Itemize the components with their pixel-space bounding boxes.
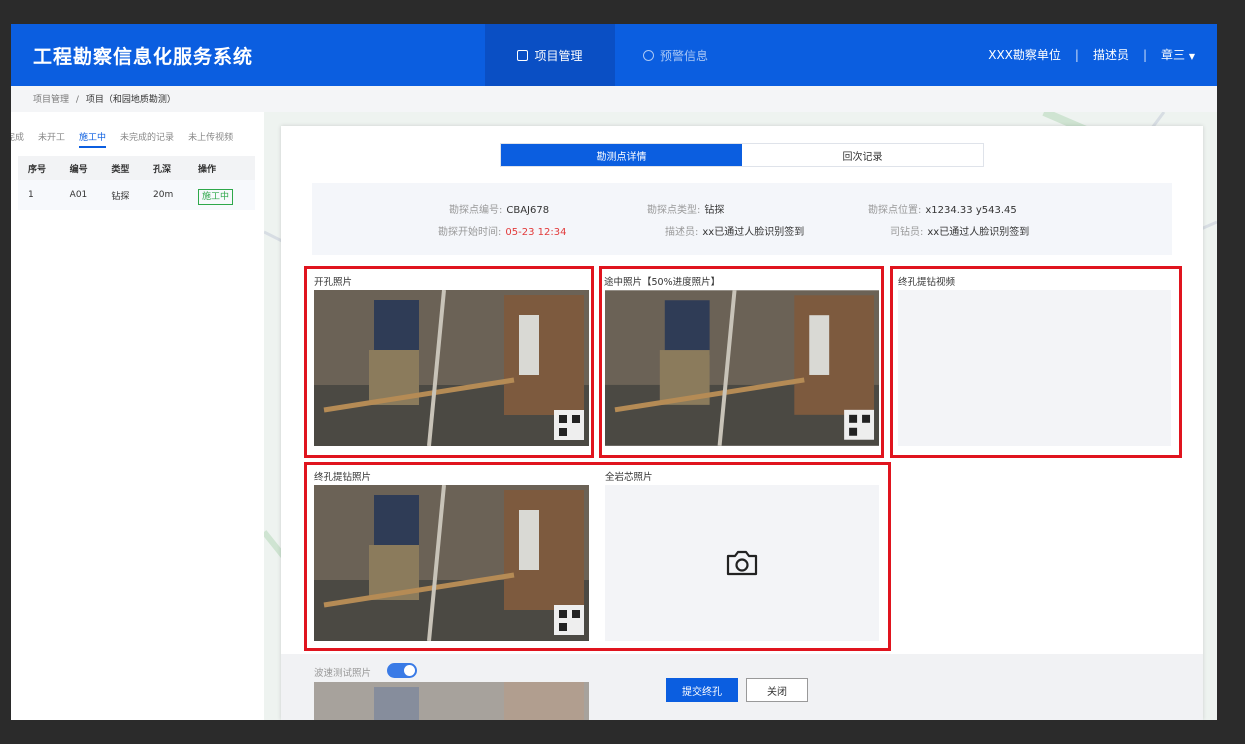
info-label: 勘探点类型:	[647, 205, 701, 216]
drilling-site-photo	[314, 290, 589, 446]
info-value: x1234.33 y543.45	[925, 205, 1017, 216]
tab-not-started[interactable]: 未开工	[38, 130, 65, 148]
tab-video-not-uploaded[interactable]: 未上传视频	[188, 130, 233, 148]
info-label: 勘探点位置:	[868, 205, 922, 216]
wave-photo-thumbnail[interactable]	[314, 682, 589, 720]
camera-icon	[726, 550, 758, 576]
drilling-site-photo	[314, 485, 589, 641]
section-title-final-photo: 终孔提钻照片	[314, 472, 372, 483]
left-panel: 已完成 未开工 施工中 未完成的记录 未上传视频 序号 编号 类型 孔深 操作 …	[11, 112, 264, 720]
col-depth: 孔深	[143, 156, 188, 180]
cell-code: A01	[59, 180, 102, 210]
breadcrumb-divider: /	[75, 95, 79, 105]
table-row[interactable]: 1 A01 钻探 20m 施工中	[18, 180, 255, 210]
section-title-open-photo: 开孔照片	[314, 277, 353, 288]
tab-unfinished-records[interactable]: 未完成的记录	[120, 130, 174, 148]
info-label: 勘探点编号:	[449, 205, 503, 216]
section-title-mid-photo: 途中照片【50%进度照片】	[604, 277, 721, 288]
table-header: 序号 编号 类型 孔深 操作	[18, 156, 255, 180]
core-photo-upload[interactable]	[605, 485, 879, 641]
drilling-site-photo	[605, 290, 879, 446]
open-photo-thumbnail[interactable]	[314, 290, 589, 446]
monitor-frame: 工程勘察信息化服务系统 项目管理 预警信息 XXX勘察单位 | 描述员 | 章三…	[0, 0, 1245, 744]
clipboard-icon	[517, 49, 529, 61]
col-action: 操作	[187, 156, 255, 180]
org-name: XXX勘察单位	[988, 48, 1061, 62]
breadcrumb-parent[interactable]: 项目管理	[33, 95, 69, 105]
caret-down-icon: ▼	[1188, 52, 1195, 61]
header-user-area: XXX勘察单位 | 描述员 | 章三 ▼	[988, 46, 1195, 63]
info-value: 钻探	[704, 205, 725, 216]
app-window: 工程勘察信息化服务系统 项目管理 预警信息 XXX勘察单位 | 描述员 | 章三…	[11, 24, 1217, 720]
point-table: 序号 编号 类型 孔深 操作 1 A01 钻探 20m 施工中	[18, 156, 255, 210]
separator: |	[1142, 47, 1147, 62]
section-title-final-video: 终孔提钻视频	[898, 277, 956, 288]
info-describer: 描述员: xx已通过人脸识别签到	[665, 223, 804, 238]
drilling-site-photo	[314, 682, 589, 720]
tab-round-records[interactable]: 回次记录	[742, 144, 983, 166]
info-value: CBAJ678	[506, 205, 550, 216]
submit-final-hole-button[interactable]: 提交终孔	[666, 678, 738, 702]
point-info-panel: 勘探点编号: CBAJ678 勘探点类型: 钻探 勘探点位置: x1234.33 y5…	[312, 183, 1172, 255]
cell-type: 钻探	[101, 180, 144, 210]
info-value: xx已通过人脸识别签到	[927, 227, 1030, 238]
section-title-wave-photo: 波速测试照片	[314, 668, 372, 679]
mid-photo-thumbnail[interactable]	[605, 290, 879, 446]
modal-footer: 波速测试照片 提交终孔 关闭	[281, 654, 1203, 720]
info-value: 05-23 12:34	[505, 227, 567, 238]
user-role: 描述员	[1092, 48, 1129, 62]
tab-in-progress[interactable]: 施工中	[79, 130, 107, 148]
cell-index: 1	[18, 180, 60, 210]
col-index: 序号	[18, 156, 60, 180]
app-title: 工程勘察信息化服务系统	[33, 46, 254, 68]
final-video-placeholder[interactable]	[898, 290, 1171, 446]
info-label: 勘探开始时间:	[438, 227, 502, 238]
info-point-type: 勘探点类型: 钻探	[647, 201, 724, 216]
col-code: 编号	[59, 156, 102, 180]
modal-tabs: 勘测点详情 回次记录	[500, 143, 984, 167]
status-badge[interactable]: 施工中	[197, 188, 233, 205]
info-label: 描述员:	[665, 227, 699, 238]
wave-photo-toggle[interactable]	[387, 663, 417, 678]
nav-tab-label: 项目管理	[534, 48, 583, 63]
tab-point-detail[interactable]: 勘测点详情	[501, 144, 742, 166]
nav-tab-project-management[interactable]: 项目管理	[485, 24, 615, 86]
separator: |	[1074, 47, 1079, 62]
top-navigation-bar: 工程勘察信息化服务系统 项目管理 预警信息 XXX勘察单位 | 描述员 | 章三…	[11, 24, 1217, 86]
section-title-core-photo: 全岩芯照片	[605, 472, 653, 483]
info-label: 司钻员:	[890, 227, 924, 238]
user-menu[interactable]: 章三 ▼	[1161, 46, 1195, 63]
cell-depth: 20m	[143, 180, 188, 210]
info-driller: 司钻员: xx已通过人脸识别签到	[890, 223, 1029, 238]
status-tabs: 已完成 未开工 施工中 未完成的记录 未上传视频	[11, 130, 233, 148]
info-start-time: 勘探开始时间: 05-23 12:34	[438, 223, 566, 238]
close-button[interactable]: 关闭	[746, 678, 808, 702]
info-point-position: 勘探点位置: x1234.33 y543.45	[868, 201, 1017, 216]
breadcrumb-current: 项目（和园地质勘测）	[85, 95, 176, 105]
col-type: 类型	[101, 156, 144, 180]
nav-tab-warning-info[interactable]: 预警信息	[643, 24, 708, 86]
tab-completed[interactable]: 已完成	[11, 130, 24, 148]
user-name: 章三	[1161, 48, 1186, 62]
cell-action: 施工中	[187, 180, 255, 210]
point-detail-modal: 勘测点详情 回次记录 勘探点编号: CBAJ678 勘探点类型: 钻探 勘探点位置:…	[281, 126, 1203, 720]
breadcrumb: 项目管理 / 项目（和园地质勘测）	[11, 86, 1217, 112]
alert-circle-icon	[643, 49, 654, 61]
nav-tab-label: 预警信息	[660, 48, 709, 63]
final-photo-thumbnail[interactable]	[314, 485, 589, 641]
info-value: xx已通过人脸识别签到	[702, 227, 805, 238]
info-point-code: 勘探点编号: CBAJ678	[449, 201, 549, 216]
